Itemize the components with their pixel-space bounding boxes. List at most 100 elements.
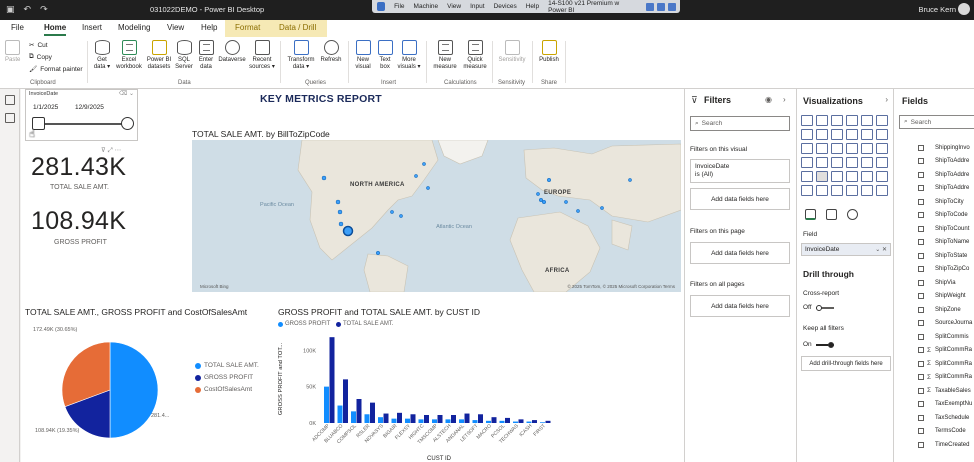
slicer-end-date[interactable]: 12/9/2025: [75, 104, 104, 111]
power-apps-icon[interactable]: [861, 185, 873, 196]
map-copyright[interactable]: © 2025 TomTom, © 2025 Microsoft Corporat…: [567, 284, 675, 289]
filter-card-invoicedate[interactable]: InvoiceDate is (All): [690, 159, 790, 183]
pie-slice-total-sale-amt[interactable]: [109, 341, 159, 439]
remote-menu-input[interactable]: Input: [470, 3, 484, 10]
quick-measure-button[interactable]: Quick measure: [461, 40, 489, 71]
map-bubble[interactable]: [338, 221, 344, 227]
slicer-end-handle[interactable]: [121, 117, 134, 130]
eraser-icon[interactable]: ⌫: [119, 91, 127, 97]
redo-icon[interactable]: ↷: [40, 4, 48, 15]
map-bubble[interactable]: [426, 186, 430, 190]
field-item[interactable]: ShippingInvo: [918, 141, 974, 154]
remote-menu-help[interactable]: Help: [526, 3, 539, 10]
bar-legend-item-total-sale[interactable]: TOTAL SALE AMT.: [336, 321, 394, 327]
tab-modeling[interactable]: Modeling: [118, 23, 150, 32]
field-checkbox[interactable]: [918, 347, 924, 353]
bar-total-sale[interactable]: [370, 402, 375, 423]
funnel-icon[interactable]: [816, 143, 828, 154]
field-item[interactable]: ShipZone: [918, 303, 974, 316]
field-item[interactable]: TaxSchedule: [918, 411, 974, 424]
field-item[interactable]: Σ SplitCommRa: [918, 371, 974, 384]
tab-help[interactable]: Help: [201, 23, 217, 32]
slicer-track[interactable]: [38, 123, 126, 125]
tab-home[interactable]: Home: [44, 23, 67, 36]
bar-total-sale[interactable]: [518, 419, 524, 423]
bar-total-sale[interactable]: [356, 399, 362, 423]
field-checkbox[interactable]: [918, 144, 924, 151]
field-item[interactable]: SourceJourna: [918, 317, 974, 330]
bar-chart-visual[interactable]: GROSS PROFIT and TOTAL SALE AMT. by CUST…: [274, 307, 684, 462]
pie-legend-item-costofsales[interactable]: CostOfSalesAmt: [195, 386, 252, 393]
waterfall-icon[interactable]: [801, 143, 813, 154]
map-bubble[interactable]: [600, 206, 604, 210]
bar-total-sale[interactable]: [410, 414, 416, 423]
map-icon[interactable]: [801, 157, 813, 168]
field-item[interactable]: TermsCode: [918, 425, 974, 438]
field-checkbox[interactable]: [918, 387, 924, 394]
field-checkbox[interactable]: [918, 252, 924, 259]
close-icon[interactable]: [668, 2, 676, 11]
cut-button[interactable]: ✂ Cut: [29, 41, 48, 50]
smart-narrative-icon[interactable]: [831, 185, 843, 196]
bar-total-sale[interactable]: [478, 414, 483, 423]
bar-gross-profit[interactable]: [337, 405, 343, 423]
field-item[interactable]: ShipToAddre: [918, 168, 974, 181]
key-influencers-icon[interactable]: [876, 171, 888, 182]
bar-legend-item-gross-profit[interactable]: GROSS PROFIT: [278, 321, 330, 327]
field-item[interactable]: ShipToName: [918, 236, 974, 249]
copy-button[interactable]: ⧉ Copy: [29, 53, 52, 61]
bar-total-sale[interactable]: [532, 420, 537, 423]
field-checkbox[interactable]: [918, 158, 924, 164]
bar-total-sale[interactable]: [545, 420, 551, 423]
filters-visual-drop-zone[interactable]: Add data fields here: [690, 188, 790, 210]
field-item[interactable]: TimeCreated: [918, 438, 974, 451]
donut-icon[interactable]: [861, 143, 873, 154]
remote-menu-file[interactable]: File: [394, 3, 404, 10]
multirow-card-icon[interactable]: [876, 157, 888, 168]
bar-total-sale[interactable]: [397, 412, 402, 423]
stacked-area-icon[interactable]: [831, 129, 843, 140]
more-visuals-button[interactable]: More visuals ▾: [396, 40, 422, 71]
field-checkbox[interactable]: [918, 306, 924, 313]
tab-file[interactable]: File: [11, 23, 24, 32]
transform-data-button[interactable]: Transform data ▾: [285, 40, 317, 71]
100-column-icon[interactable]: [876, 115, 888, 126]
map-bubble[interactable]: [546, 177, 552, 183]
bar-total-sale[interactable]: [505, 417, 510, 423]
publish-button[interactable]: Publish: [537, 40, 561, 64]
bar-total-sale[interactable]: [343, 379, 348, 423]
excel-workbook-button[interactable]: Excel workbook: [114, 40, 144, 71]
field-item[interactable]: ShipToState: [918, 249, 974, 262]
field-checkbox[interactable]: [918, 320, 924, 326]
bar-gross-profit[interactable]: [486, 420, 491, 423]
fields-search-input[interactable]: ⌕ Search: [899, 115, 974, 129]
bar-gross-profit[interactable]: [445, 419, 451, 423]
map-bubble[interactable]: [536, 192, 540, 196]
bar-gross-profit[interactable]: [405, 418, 410, 423]
table-icon[interactable]: [831, 171, 843, 182]
analytics-icon[interactable]: [847, 209, 858, 220]
area-chart-icon[interactable]: [816, 129, 828, 140]
undo-icon[interactable]: ↶: [24, 4, 32, 15]
map-bubble[interactable]: [321, 175, 327, 181]
decomposition-icon[interactable]: [801, 185, 813, 196]
sql-server-button[interactable]: SQL Server: [174, 40, 194, 71]
tab-view[interactable]: View: [167, 23, 184, 32]
recent-sources-button[interactable]: Recent sources ▾: [248, 40, 276, 71]
field-checkbox[interactable]: [918, 293, 924, 299]
map-bubble[interactable]: [342, 225, 354, 237]
slicer-start-date[interactable]: 1/1/2025: [33, 104, 58, 111]
format-painter-button[interactable]: 🖌 Format painter: [29, 65, 83, 74]
card-icon[interactable]: [861, 157, 873, 168]
bar-gross-profit[interactable]: [378, 417, 383, 423]
sensitivity-button[interactable]: Sensitivity: [495, 40, 529, 64]
field-checkbox[interactable]: [918, 266, 924, 272]
bar-total-sale[interactable]: [491, 417, 497, 423]
field-item[interactable]: ShipToCount: [918, 222, 974, 235]
field-item[interactable]: Σ TaxableSales: [918, 384, 974, 397]
field-item[interactable]: ShipToAddre: [918, 155, 974, 168]
bar-gross-profit[interactable]: [526, 421, 532, 423]
field-checkbox[interactable]: [918, 360, 924, 367]
field-checkbox[interactable]: [918, 198, 924, 205]
pie-icon[interactable]: [846, 143, 858, 154]
